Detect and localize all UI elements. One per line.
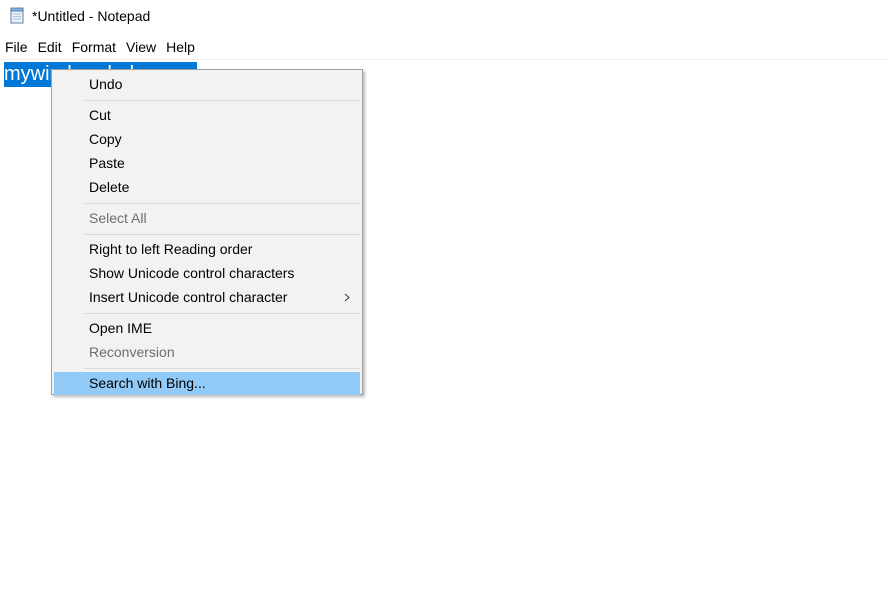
context-insert-unicode-label: Insert Unicode control character	[89, 289, 288, 305]
title-bar[interactable]: *Untitled - Notepad	[0, 0, 888, 34]
context-show-unicode[interactable]: Show Unicode control characters	[54, 262, 360, 285]
menu-separator	[85, 203, 360, 204]
context-select-all: Select All	[89, 210, 147, 226]
context-open-ime[interactable]: Open IME	[54, 317, 360, 340]
context-rtl-reading-order[interactable]: Right to left Reading order	[54, 238, 360, 261]
context-copy[interactable]: Copy	[54, 128, 360, 151]
menu-help[interactable]: Help	[161, 36, 200, 58]
menu-separator	[85, 100, 360, 101]
context-insert-unicode[interactable]: Insert Unicode control character	[54, 286, 360, 309]
menu-separator	[85, 234, 360, 235]
chevron-right-icon	[344, 293, 350, 302]
notepad-icon	[10, 7, 24, 24]
notepad-window: *Untitled - Notepad File Edit Format Vie…	[0, 0, 888, 611]
context-menu: Undo Cut Copy Paste Delete Select All Ri…	[51, 69, 363, 395]
context-undo[interactable]: Undo	[54, 73, 360, 96]
menu-view[interactable]: View	[121, 36, 161, 58]
menu-file[interactable]: File	[0, 36, 33, 58]
window-title: *Untitled - Notepad	[32, 8, 151, 24]
context-reconversion: Reconversion	[89, 344, 175, 360]
menu-format[interactable]: Format	[67, 36, 121, 58]
menu-edit[interactable]: Edit	[33, 36, 67, 58]
menu-separator	[85, 313, 360, 314]
context-search-bing[interactable]: Search with Bing...	[54, 372, 360, 395]
context-cut[interactable]: Cut	[54, 104, 360, 127]
context-paste[interactable]: Paste	[54, 152, 360, 175]
context-delete[interactable]: Delete	[54, 176, 360, 199]
menu-bar: File Edit Format View Help	[0, 36, 888, 58]
menu-separator	[85, 368, 360, 369]
